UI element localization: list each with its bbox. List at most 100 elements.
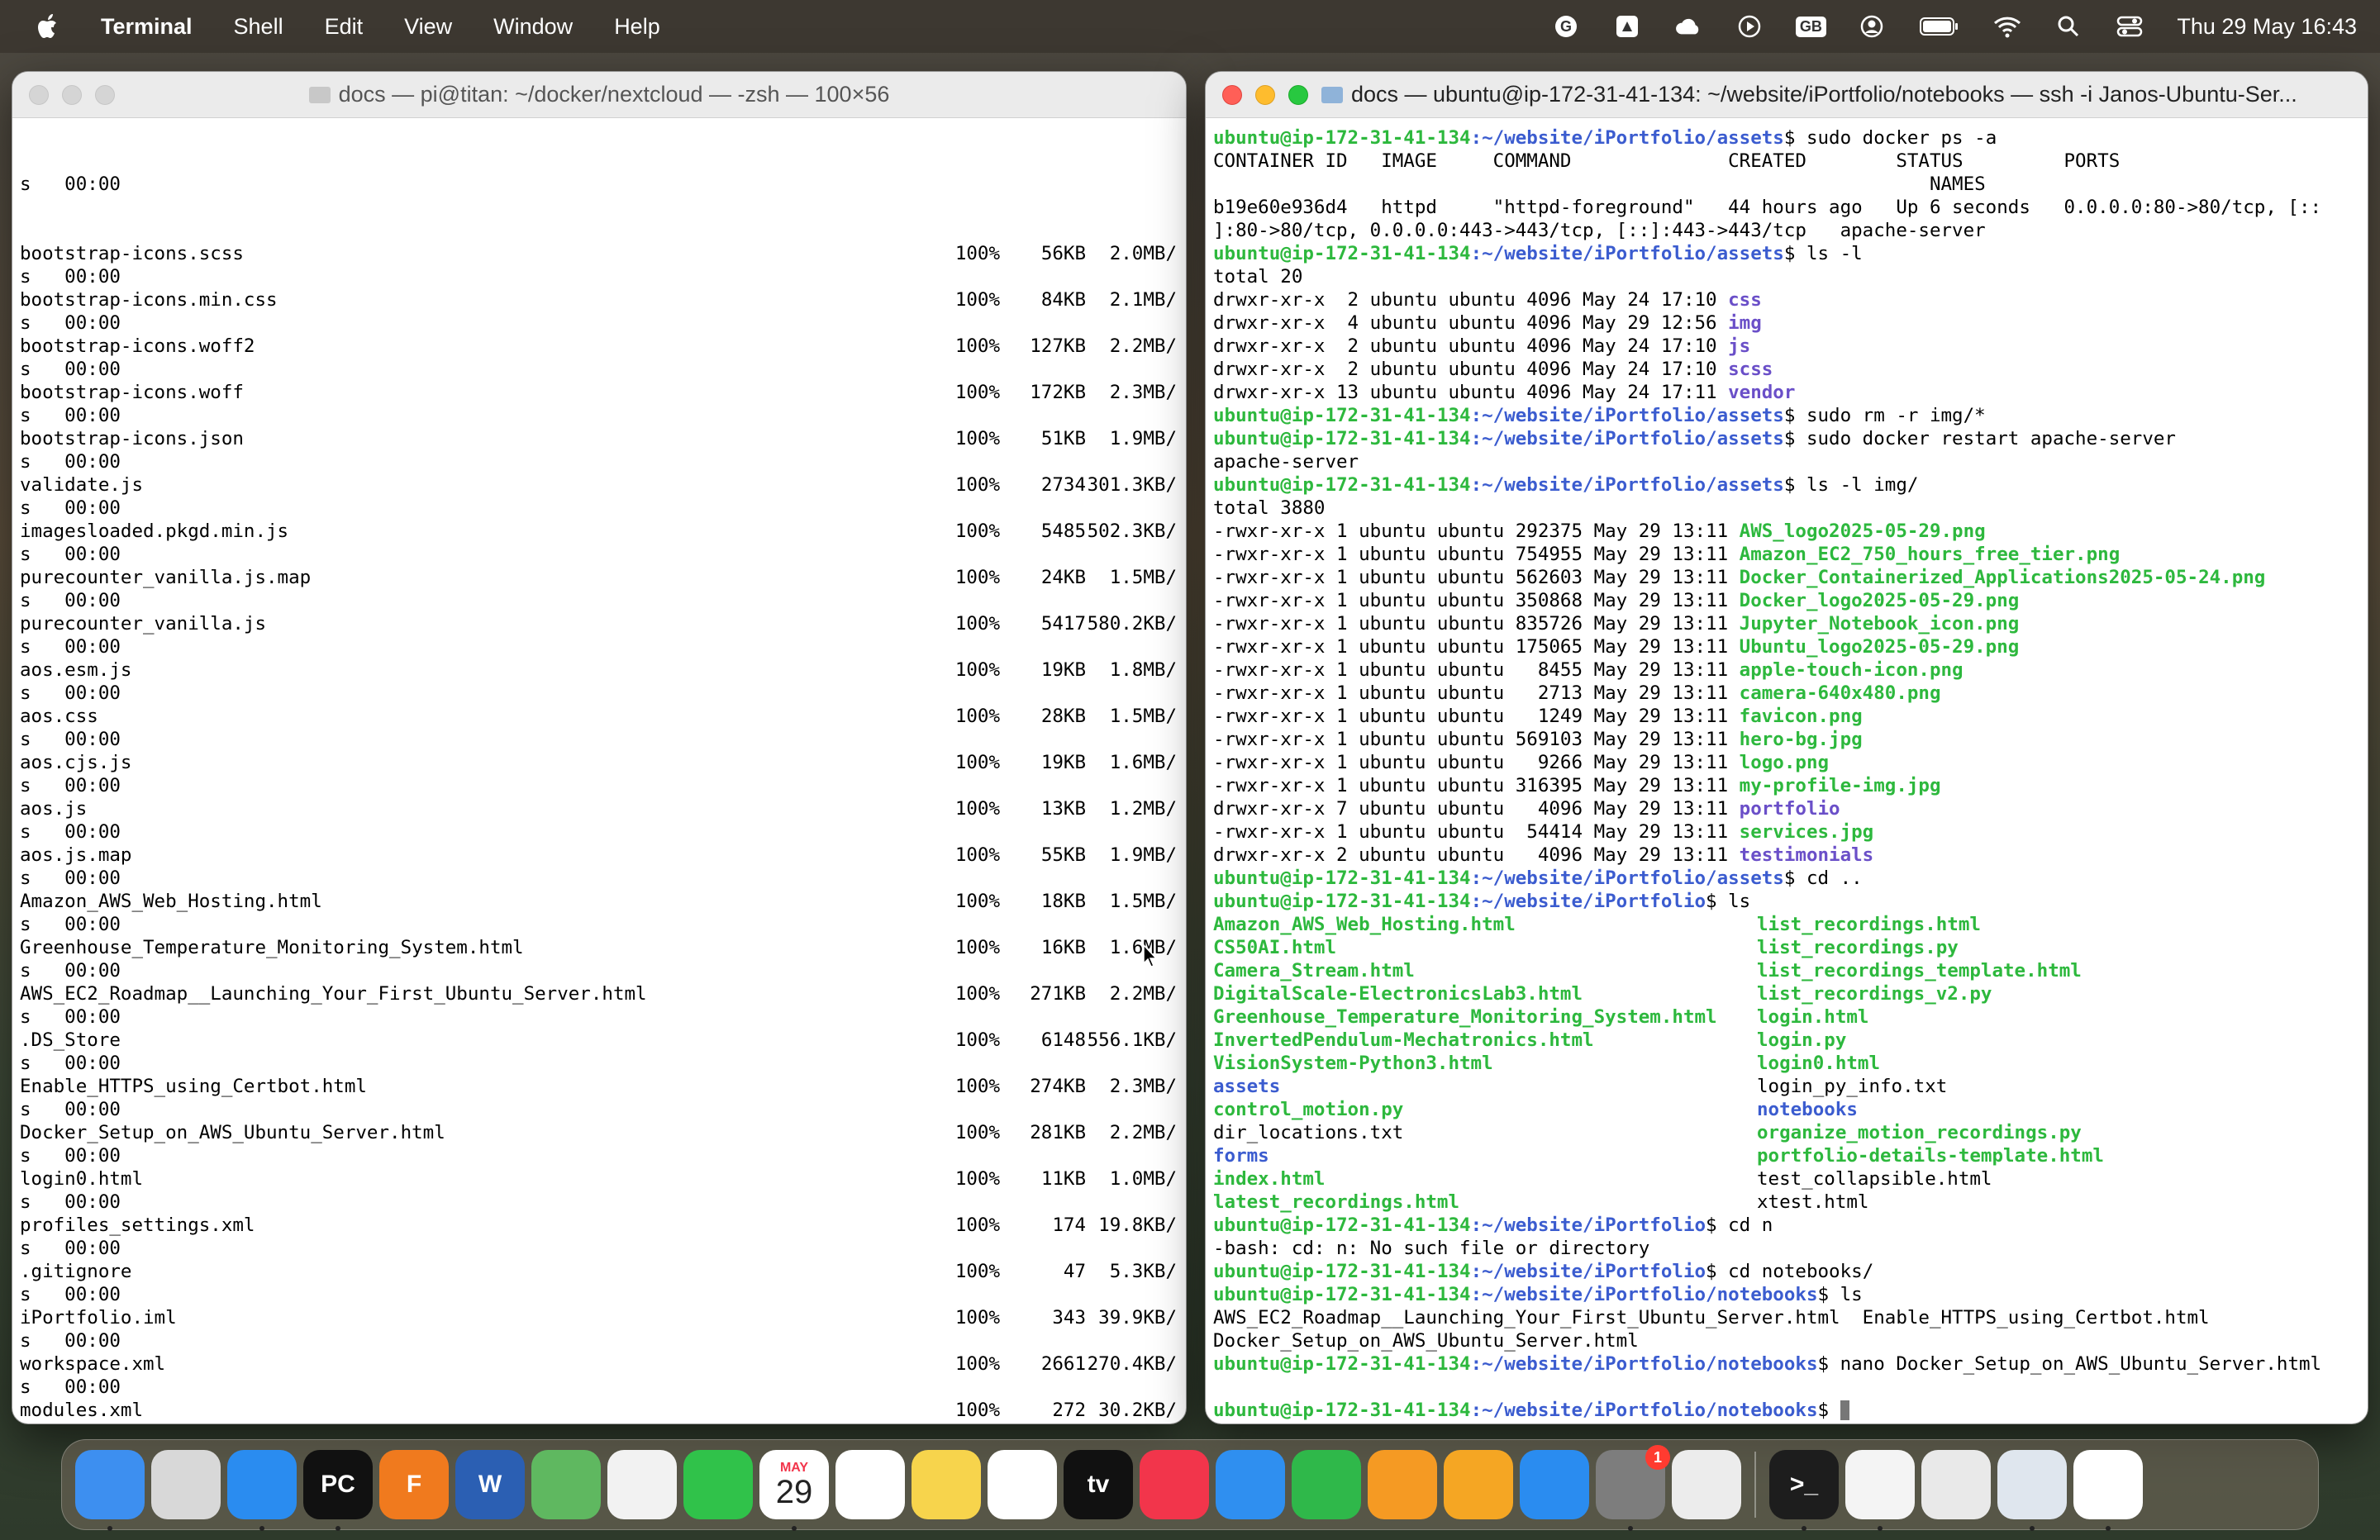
dock-textedit-icon[interactable]: [1845, 1450, 1915, 1531]
terminal-cursor: [1840, 1400, 1849, 1420]
ls-total: total 20: [1213, 266, 1303, 288]
dock-system-settings-icon[interactable]: 1: [1596, 1445, 1670, 1531]
dock-photos-icon[interactable]: [607, 1450, 677, 1519]
terminal-output-ssh[interactable]: ubuntu@ip-172-31-41-134:~/website/iPortf…: [1206, 118, 2368, 1424]
transfer-size: 19KB: [1040, 752, 1086, 773]
transfer-filename: .DS_Store: [20, 1029, 121, 1051]
transfer-rate: 1.6MB/: [1086, 936, 1177, 959]
dock-icon-glyph: >_: [1789, 1471, 1819, 1498]
ls-filename: services.jpg: [1739, 821, 1874, 843]
dock-pycharm-icon[interactable]: PC: [303, 1450, 373, 1531]
dock-fusion-icon[interactable]: F: [379, 1450, 449, 1519]
ls-filename: AWS_logo2025-05-29.png: [1739, 520, 1986, 542]
transfer-percent: 100%: [954, 335, 1000, 357]
dock-music-icon[interactable]: [1140, 1450, 1209, 1519]
wifi-icon[interactable]: [1993, 14, 2021, 39]
menu-app-terminal[interactable]: Terminal: [101, 14, 193, 40]
time-line: s 00:00: [20, 821, 121, 843]
dock-apple-tv-icon[interactable]: tv: [1064, 1450, 1133, 1519]
prompt-path: :~/website/iPortfolio/notebooks: [1470, 1284, 1818, 1305]
transfer-row: validate.js 100% 2734 301.3KB/: [20, 473, 1178, 497]
time-line: s 00:00: [20, 590, 121, 611]
window-titlebar[interactable]: docs — pi@titan: ~/docker/nextcloud — -z…: [12, 72, 1186, 118]
running-indicator: [2106, 1526, 2111, 1531]
ls-meta: drwxr-xr-x 2 ubuntu ubuntu 4096 May 29 1…: [1213, 844, 1740, 866]
prompt-path: :~/website/iPortfolio/notebooks: [1470, 1353, 1818, 1375]
apple-menu-icon[interactable]: [31, 10, 64, 43]
prompt-path: :~/website/iPortfolio/assets: [1470, 243, 1784, 264]
menu-window[interactable]: Window: [493, 14, 573, 40]
dock-notes-icon[interactable]: [912, 1450, 981, 1519]
dock-launchpad-icon[interactable]: [151, 1450, 221, 1519]
control-center-icon[interactable]: [2116, 14, 2144, 39]
menu-help[interactable]: Help: [614, 14, 660, 40]
dock-word-icon[interactable]: W: [455, 1450, 525, 1519]
time-line: s 00:00: [20, 682, 121, 704]
grammarly-icon[interactable]: G: [1552, 14, 1580, 39]
transfer-filename: purecounter_vanilla.js.map: [20, 567, 312, 588]
transfer-row: .gitignore 100% 47 5.3KB/: [20, 1260, 1178, 1283]
command-text: $ ls -l img/: [1783, 474, 1919, 496]
ls-filename: portfolio-details-template.html: [1757, 1145, 2104, 1167]
ls-row: forms portfolio-details-template.html: [1213, 1144, 2360, 1167]
dock-reminders-icon[interactable]: [835, 1450, 905, 1519]
transfer-percent: 100%: [954, 520, 1000, 542]
dock-preview-icon[interactable]: [1997, 1450, 2067, 1531]
transfer-percent: 100%: [954, 659, 1000, 681]
dock-keychain-icon[interactable]: [1921, 1450, 1991, 1519]
ls-meta: -rwxr-xr-x 1 ubuntu ubuntu 350868 May 29…: [1213, 590, 1740, 611]
search-icon[interactable]: [2054, 14, 2082, 39]
transfer-filename: AWS_EC2_Roadmap__Launching_Your_First_Ub…: [20, 983, 647, 1005]
dock-pages-icon[interactable]: [1368, 1450, 1437, 1519]
transfer-rate: 30.2KB/: [1098, 1400, 1177, 1421]
dock-safari-icon[interactable]: [227, 1450, 297, 1531]
ls-row: latest_recordings.html xtest.html: [1213, 1191, 2360, 1214]
dock-facetime-icon[interactable]: [683, 1450, 753, 1519]
ls-entry: -rwxr-xr-x 1 ubuntu ubuntu 8455 May 29 1…: [1213, 658, 2360, 682]
transfer-filename: Amazon_AWS_Web_Hosting.html: [20, 891, 322, 912]
minimize-button[interactable]: [1255, 84, 1275, 105]
ls-row: VisionSystem-Python3.html login0.html: [1213, 1052, 2360, 1075]
ls-filename: Camera_Stream.html: [1213, 960, 1415, 982]
drive-icon[interactable]: [1613, 14, 1641, 39]
close-button[interactable]: [1222, 84, 1242, 105]
input-source-icon[interactable]: GB: [1795, 14, 1826, 39]
window-titlebar[interactable]: docs — ubuntu@ip-172-31-41-134: ~/websit…: [1206, 72, 2368, 118]
ls-row: InvertedPendulum-Mechatronics.html login.…: [1213, 1029, 2360, 1052]
dock-chrome-icon[interactable]: [2073, 1450, 2143, 1531]
menubar-clock[interactable]: Thu 29 May 16:43: [2177, 14, 2357, 40]
ls-meta: -rwxr-xr-x 1 ubuntu ubuntu 54414 May 29 …: [1213, 821, 1740, 843]
terminal-output-local[interactable]: s 00:00 bootstrap-icons.scss 100% 56KB 2.0M…: [12, 118, 1186, 1424]
time-line: s 00:00: [20, 266, 121, 288]
menu-view[interactable]: View: [404, 14, 452, 40]
user-icon[interactable]: [1858, 14, 1886, 39]
transfer-row: Amazon_AWS_Web_Hosting.html 100% 18KB 1.5MB…: [20, 890, 1178, 913]
folder-icon: [1321, 87, 1343, 103]
transfer-size: 271KB: [1030, 983, 1086, 1005]
ls-meta: drwxr-xr-x 2 ubuntu ubuntu 4096 May 24 1…: [1213, 289, 1729, 311]
menu-shell[interactable]: Shell: [234, 14, 283, 40]
dock-terminal-icon[interactable]: >_: [1769, 1450, 1839, 1531]
time-line: s 00:00: [20, 1006, 121, 1028]
dock-keynote-icon[interactable]: [1216, 1450, 1285, 1519]
command-line: ubuntu@ip-172-31-41-134:~/website/iPortf…: [1213, 126, 2360, 150]
ls-row: Camera_Stream.html list_recordings_templa…: [1213, 959, 2360, 982]
menu-edit[interactable]: Edit: [325, 14, 364, 40]
dock-iphone-mirroring-icon[interactable]: [1672, 1450, 1741, 1519]
dock-books-icon[interactable]: [1444, 1450, 1513, 1519]
dock-app-store-icon[interactable]: [1520, 1450, 1589, 1519]
dock-numbers-icon[interactable]: [1292, 1450, 1361, 1519]
transfer-filename: bootstrap-icons.scss: [20, 243, 244, 264]
battery-icon[interactable]: [1919, 14, 1960, 39]
dock-finder-icon[interactable]: [75, 1450, 145, 1531]
transfer-size: 47: [1063, 1261, 1086, 1282]
ls-filename: Amazon_AWS_Web_Hosting.html: [1213, 914, 1516, 935]
dock-calendar-icon[interactable]: MAY 29: [759, 1450, 829, 1531]
transfer-size: 281KB: [1030, 1122, 1086, 1143]
transfer-filename: .gitignore: [20, 1261, 132, 1282]
play-icon[interactable]: [1735, 14, 1764, 39]
dock-maps-icon[interactable]: [531, 1450, 601, 1519]
time-line: s 00:00: [20, 173, 121, 195]
cloud-icon[interactable]: [1674, 14, 1702, 39]
dock-freeform-icon[interactable]: [988, 1450, 1057, 1519]
